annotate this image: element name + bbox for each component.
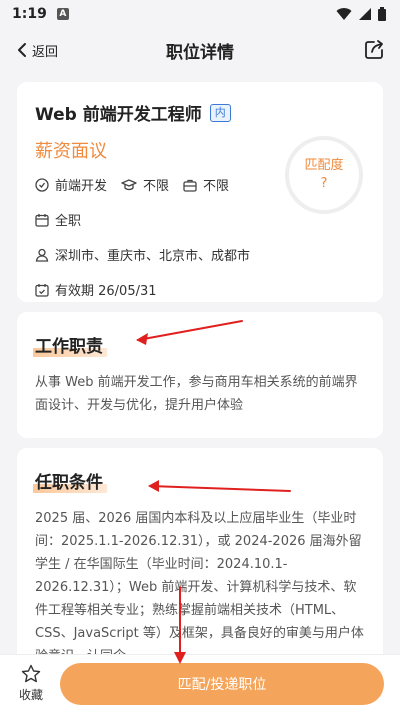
favorite-button[interactable]: 收藏 xyxy=(14,664,48,703)
job-summary-card: Web 前端开发工程师 内 薪资面议 前端开发 不限 不限 全职 深圳市、重庆市… xyxy=(17,82,383,302)
chevron-left-icon xyxy=(18,43,26,57)
nav-bar: 返回 职位详情 xyxy=(0,28,400,72)
match-label: 匹配度 xyxy=(304,158,344,173)
job-category-text: 前端开发 xyxy=(55,179,108,194)
graduation-cap-icon xyxy=(121,178,137,190)
job-type: 全职 xyxy=(35,210,81,229)
duties-card: 工作职责 从事 Web 前端开发工作，参与商用车相关系统的前端界面设计、开发与优… xyxy=(17,312,383,438)
requirements-text: 2025 届、2026 届国内本科及以上应届毕业生（毕业时间：2025.1.1-… xyxy=(35,511,364,664)
experience-text: 不限 xyxy=(203,179,230,194)
battery-icon xyxy=(378,7,386,21)
favorite-label: 收藏 xyxy=(18,688,43,702)
signal-icon xyxy=(359,8,371,20)
duties-text: 从事 Web 前端开发工作，参与商用车相关系统的前端界面设计、开发与优化，提升用… xyxy=(35,375,358,413)
status-bar: 1:19 A xyxy=(0,0,400,28)
calendar-check-icon xyxy=(35,283,49,297)
category-icon xyxy=(35,177,49,192)
back-button[interactable]: 返回 xyxy=(12,37,62,64)
bottom-action-bar: 收藏 匹配/投递职位 xyxy=(0,654,400,712)
calendar-icon xyxy=(35,213,49,227)
job-title: Web 前端开发工程师 xyxy=(35,105,202,125)
content: Web 前端开发工程师 内 薪资面议 前端开发 不限 不限 全职 深圳市、重庆市… xyxy=(0,72,400,708)
internal-tag: 内 xyxy=(209,103,231,122)
duties-heading: 工作职责 xyxy=(33,332,107,357)
valid-until-text: 有效期 26/05/31 xyxy=(55,284,157,299)
match-value: ? xyxy=(320,176,328,191)
education-requirement: 不限 xyxy=(121,175,169,194)
requirements-heading-text: 任职条件 xyxy=(35,473,103,493)
duties-heading-text: 工作职责 xyxy=(35,337,103,357)
valid-until: 有效期 26/05/31 xyxy=(35,280,157,299)
experience-requirement: 不限 xyxy=(183,175,229,194)
job-type-text: 全职 xyxy=(55,214,82,229)
share-icon xyxy=(365,40,383,59)
locations-text: 深圳市、重庆市、北京市、成都市 xyxy=(55,249,251,264)
briefcase-icon xyxy=(183,179,197,192)
page-title: 职位详情 xyxy=(166,42,234,63)
person-location-icon xyxy=(35,248,49,262)
notification-icon: A xyxy=(56,8,69,20)
share-button[interactable] xyxy=(360,36,388,64)
job-category: 前端开发 xyxy=(35,175,107,194)
requirements-heading: 任职条件 xyxy=(33,468,107,493)
back-label: 返回 xyxy=(32,44,59,60)
status-time: 1:19 xyxy=(12,6,47,22)
education-text: 不限 xyxy=(143,179,170,194)
wifi-icon xyxy=(336,8,352,20)
star-icon xyxy=(21,664,41,683)
job-locations: 深圳市、重庆市、北京市、成都市 xyxy=(35,245,250,264)
match-degree-badge[interactable]: 匹配度 ? xyxy=(285,136,363,214)
apply-button[interactable]: 匹配/投递职位 xyxy=(60,662,384,705)
